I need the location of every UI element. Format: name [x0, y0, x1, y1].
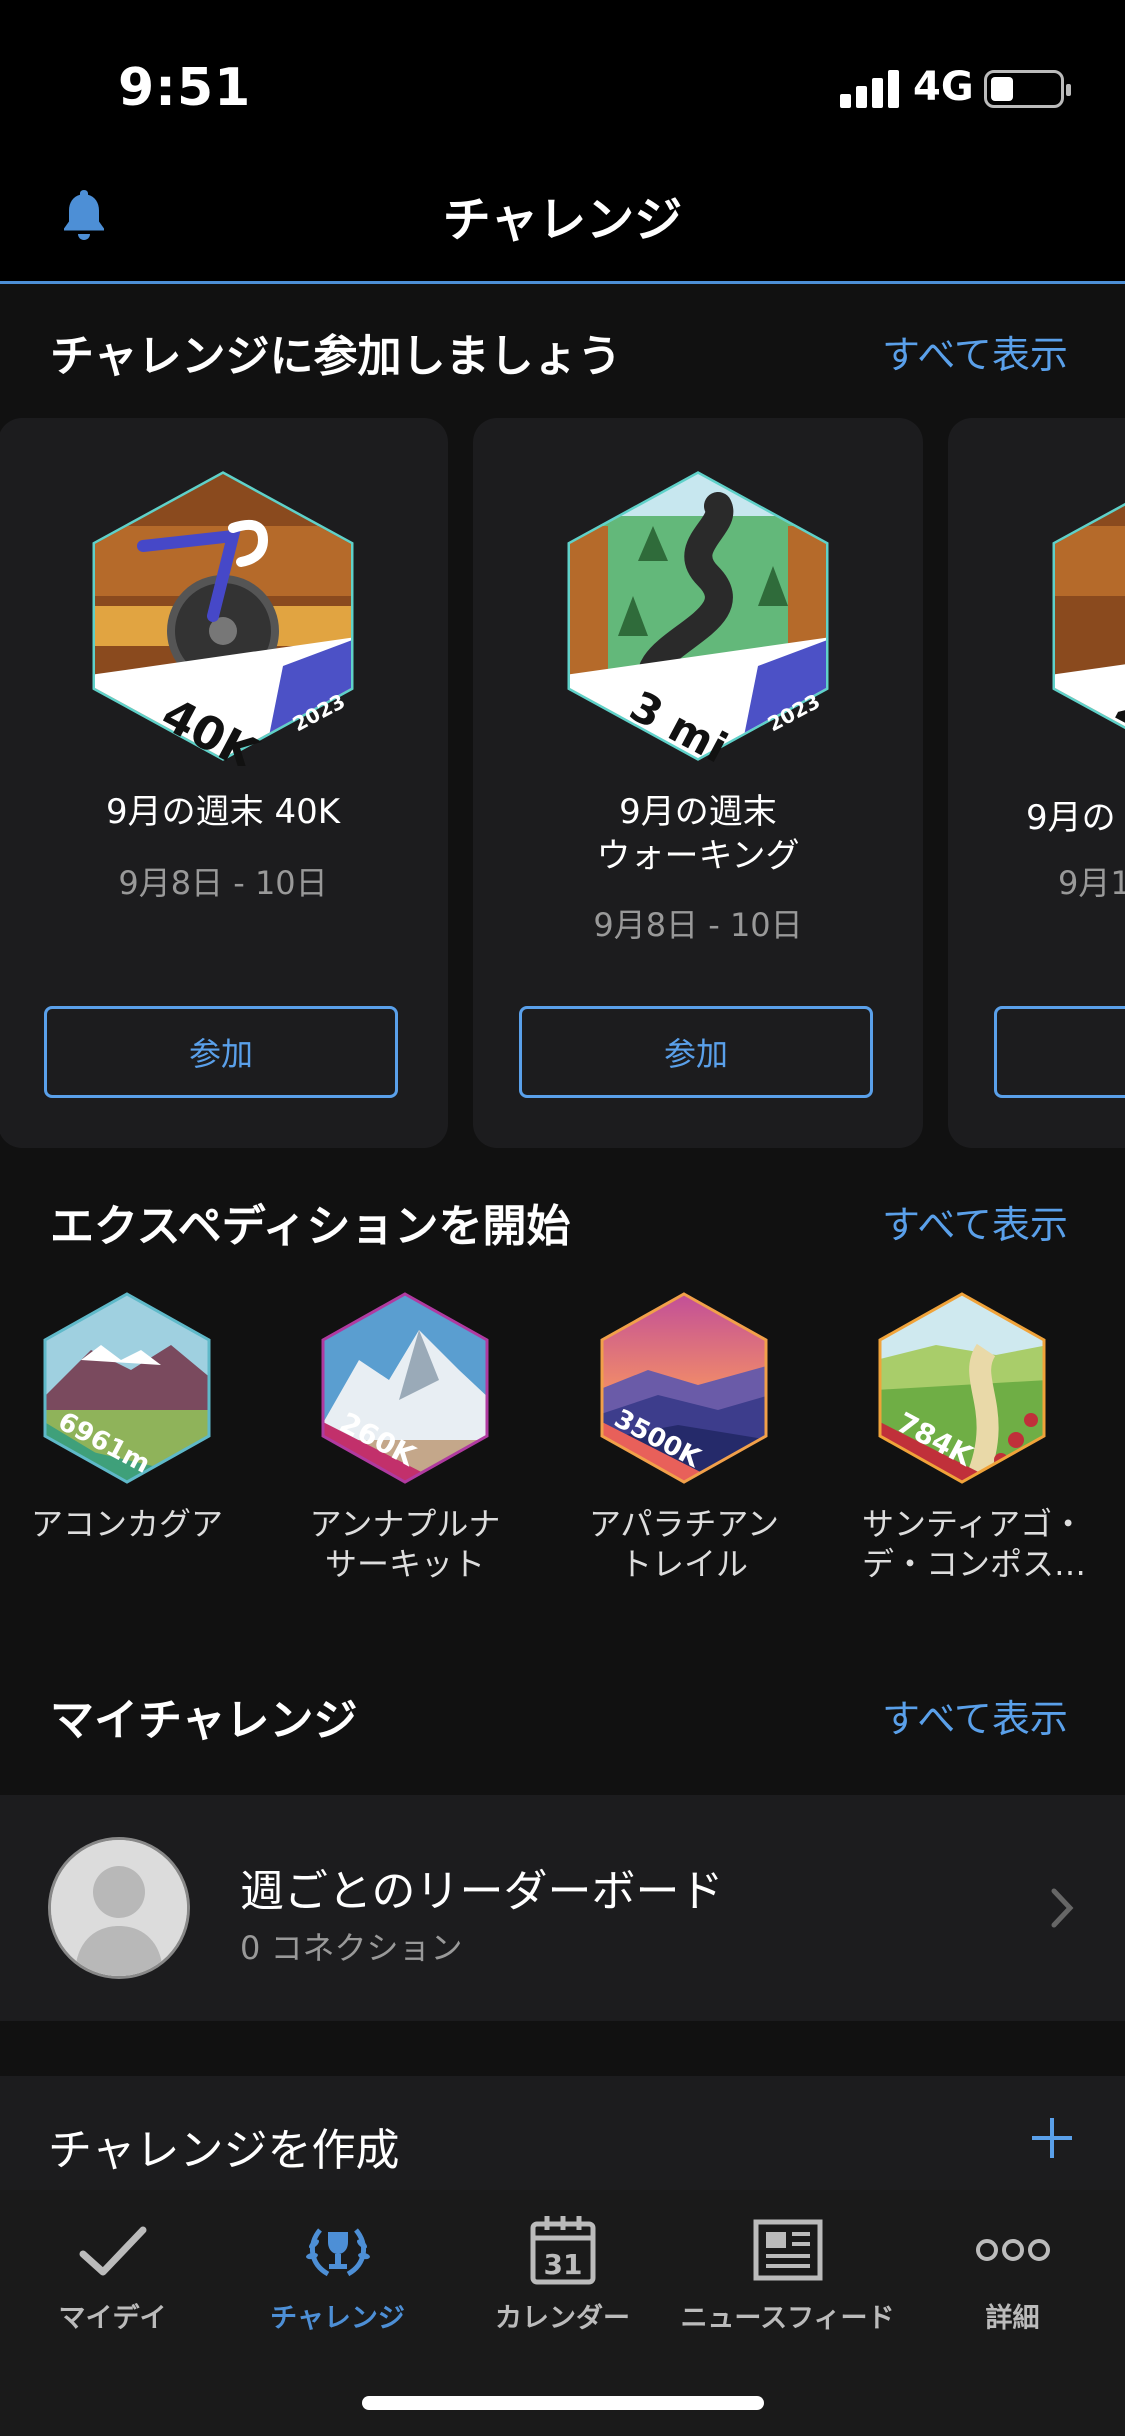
expedition-item[interactable]: 3500K アパラチアン トレイル: [584, 1290, 784, 1584]
leaderboard-subtitle: 0 コネクション: [240, 1929, 463, 1967]
see-all-expedition-link[interactable]: すべて表示: [882, 1194, 1068, 1249]
leaderboard-row[interactable]: 週ごとのリーダーボード 0 コネクション: [0, 1795, 1125, 2021]
default-avatar-icon: [51, 1840, 187, 1976]
expedition-label: アコンカグア: [27, 1504, 227, 1544]
see-all-my-challenges-link[interactable]: すべて表示: [882, 1688, 1068, 1743]
tab-label: チャレンジ: [270, 2303, 405, 2334]
chevron-right-icon: [1051, 1888, 1074, 1928]
expedition-label-line1: サンティアゴ・: [862, 1505, 1085, 1543]
tab-newsfeed[interactable]: ニュースフィード: [675, 2210, 900, 2335]
tab-label: 詳細: [985, 2303, 1040, 2334]
section-title-my-challenges: マイチャレンジ: [50, 1695, 358, 1746]
avatar: [48, 1837, 190, 1979]
checkmark-icon: [79, 2226, 146, 2276]
challenge-title: 9月の: [1026, 798, 1116, 838]
leaderboard-title: 週ごとのリーダーボード: [240, 1866, 724, 1917]
tab-label: カレンダー: [495, 2303, 630, 2334]
challenge-title: 9月の週末 40K: [106, 792, 340, 832]
expedition-item[interactable]: 260K アンナプルナ サーキット: [305, 1290, 505, 1584]
trail-badge-icon: 784K: [878, 1292, 1046, 1484]
join-button[interactable]: 参加: [44, 1006, 398, 1098]
challenge-date: 9月8日 - 10日: [118, 864, 328, 902]
tab-label: マイデイ: [58, 2303, 167, 2334]
expedition-label-line2: トレイル: [619, 1545, 748, 1583]
cycling-badge-icon: 40K 2023: [92, 471, 354, 766]
expedition-label-line1: アコンカグア: [30, 1505, 223, 1543]
plus-icon[interactable]: [1030, 2116, 1074, 2160]
tab-calendar[interactable]: 31 カレンダー: [450, 2210, 675, 2335]
challenge-date: 9月8日 - 10日: [593, 906, 803, 944]
tab-more[interactable]: 詳細: [900, 2210, 1125, 2335]
expedition-item[interactable]: 784K サンティアゴ・ デ・コンポス…: [862, 1290, 1087, 1584]
newspaper-icon: [753, 2219, 822, 2281]
home-indicator[interactable]: [362, 2396, 764, 2410]
more-dots-icon: [975, 2239, 1050, 2261]
challenge-date: 9月1: [1058, 864, 1125, 902]
tab-my-day[interactable]: マイデイ: [0, 2210, 225, 2335]
battery-icon: [984, 70, 1071, 108]
mountain-badge-icon: 260K: [321, 1292, 489, 1484]
expedition-label: アンナプルナ サーキット: [305, 1504, 505, 1584]
page-title: チャレンジ: [442, 192, 683, 248]
challenge-card[interactable]: 3 mi 2023 9月の週末 ウォーキング 9月8日 - 10日 参加: [473, 418, 923, 1148]
expedition-label: アパラチアン トレイル: [584, 1504, 784, 1584]
challenge-title: 9月の週末 ウォーキング: [473, 790, 923, 878]
svg-text:31: 31: [543, 2248, 582, 2281]
expedition-label: サンティアゴ・ デ・コンポス…: [862, 1504, 1087, 1584]
calendar-icon: 31: [530, 2216, 595, 2285]
join-button[interactable]: 参加: [519, 1006, 873, 1098]
tab-challenges[interactable]: チャレンジ: [225, 2210, 450, 2335]
see-all-join-link[interactable]: すべて表示: [882, 324, 1068, 379]
challenge-card[interactable]: 40K 2023 9月の週末 40K 9月8日 - 10日 参加: [0, 418, 448, 1148]
expedition-label-line1: アパラチアン: [588, 1505, 780, 1543]
challenge-badge-icon: 20: [1052, 474, 1125, 758]
challenge-title-line1: 9月の週末: [619, 792, 777, 832]
laurel-trophy-icon: [305, 2228, 370, 2277]
status-time: 9:51: [118, 58, 252, 118]
join-button[interactable]: [994, 1006, 1125, 1098]
network-type: 4G: [913, 64, 974, 110]
mountain-badge-icon: 3500K: [600, 1292, 768, 1484]
expedition-label-line1: アンナプルナ: [309, 1505, 501, 1543]
walking-badge-icon: 3 mi 2023: [567, 471, 829, 766]
create-challenge-label: チャレンジを作成: [48, 2125, 400, 2176]
signal-icon: [840, 68, 900, 108]
challenge-card[interactable]: 20 9月の 9月1: [948, 418, 1125, 1148]
expedition-label-line2: デ・コンポス…: [862, 1545, 1087, 1583]
expedition-item[interactable]: 6961m アコンカグア: [27, 1290, 227, 1544]
expedition-label-line2: サーキット: [324, 1545, 485, 1583]
mountain-badge-icon: 6961m: [43, 1292, 211, 1484]
create-challenge-row[interactable]: チャレンジを作成: [0, 2076, 1125, 2190]
section-title-join: チャレンジに参加しましょう: [50, 331, 622, 382]
section-title-expedition: エクスペディションを開始: [50, 1201, 571, 1252]
challenge-title-line2: ウォーキング: [596, 836, 800, 876]
tab-label: ニュースフィード: [680, 2303, 895, 2334]
